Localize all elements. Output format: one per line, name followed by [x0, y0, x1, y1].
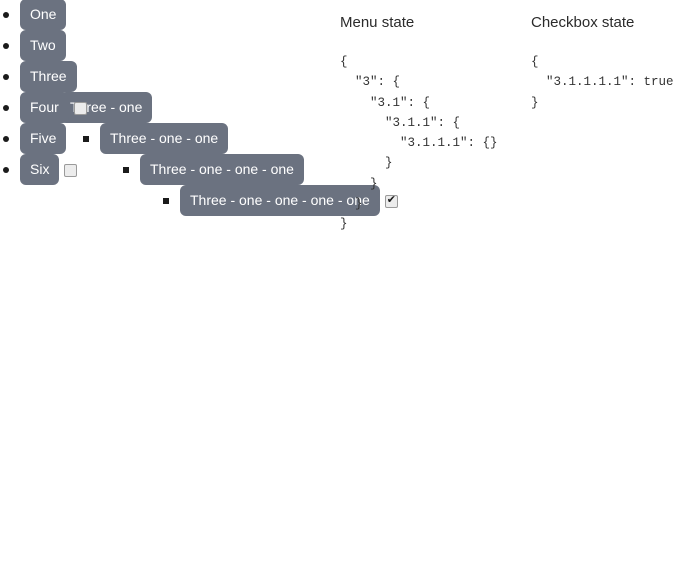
list-marker-disc-icon [3, 167, 9, 173]
list-marker-square-icon [163, 198, 169, 204]
menu-list-level-1: One Two Three Three - one Three - one - one T… [0, 0, 398, 216]
menu-item-3[interactable]: Three Three - one Three - one - one Three -… [0, 61, 398, 216]
checkbox-state-title: Checkbox state [531, 14, 635, 31]
app-root: One Two Three Three - one Three - one - one T… [0, 0, 700, 570]
list-marker-disc-icon [3, 105, 9, 111]
menu-item-row: One [20, 0, 67, 31]
menu-item-label[interactable]: Three [20, 61, 77, 92]
checkbox-state-panel: Checkbox state { "3.1.1.1.1": true } [531, 0, 674, 113]
menu-item-row: Six [20, 154, 78, 186]
menu-tree: One Two Three Three - one Three - one - one T… [0, 0, 398, 216]
menu-item-3.1.1.1.1[interactable]: Three - one - one - one - one [160, 185, 398, 217]
menu-item-row: Two [20, 30, 66, 62]
menu-state-json: { "3": { "3.1": { "3.1.1": { "3.1.1.1": … [340, 55, 498, 231]
menu-state-title: Menu state [340, 14, 415, 31]
list-marker-disc-icon [3, 12, 9, 18]
menu-item-2[interactable]: Two [0, 30, 335, 62]
menu-item-row: Three [20, 61, 77, 93]
menu-item-label[interactable]: Two [20, 30, 66, 61]
menu-item-checkbox[interactable] [73, 102, 87, 115]
list-marker-disc-icon [3, 136, 9, 142]
menu-item-label[interactable]: Six [20, 154, 60, 185]
list-marker-disc-icon [3, 43, 9, 49]
checkbox-state-json: { "3.1.1.1.1": true } [531, 55, 674, 110]
menu-list-level-5: Three - one - one - one - one [140, 185, 398, 217]
list-marker-disc-icon [3, 74, 9, 80]
menu-item-6[interactable]: Six [0, 154, 335, 186]
menu-item-row: Five [20, 123, 67, 155]
menu-item-checkbox[interactable] [64, 164, 78, 177]
menu-item-row: Four [20, 92, 87, 124]
menu-item-label[interactable]: One [20, 0, 67, 30]
menu-item-5[interactable]: Five [0, 123, 335, 155]
menu-item-4[interactable]: Four [0, 92, 335, 124]
menu-item-label[interactable]: Four [20, 92, 69, 123]
menu-item-1[interactable]: One [0, 0, 335, 31]
menu-state-panel: Menu state { "3": { "3.1": { "3.1.1": { … [340, 0, 498, 234]
menu-item-label[interactable]: Five [20, 123, 67, 154]
